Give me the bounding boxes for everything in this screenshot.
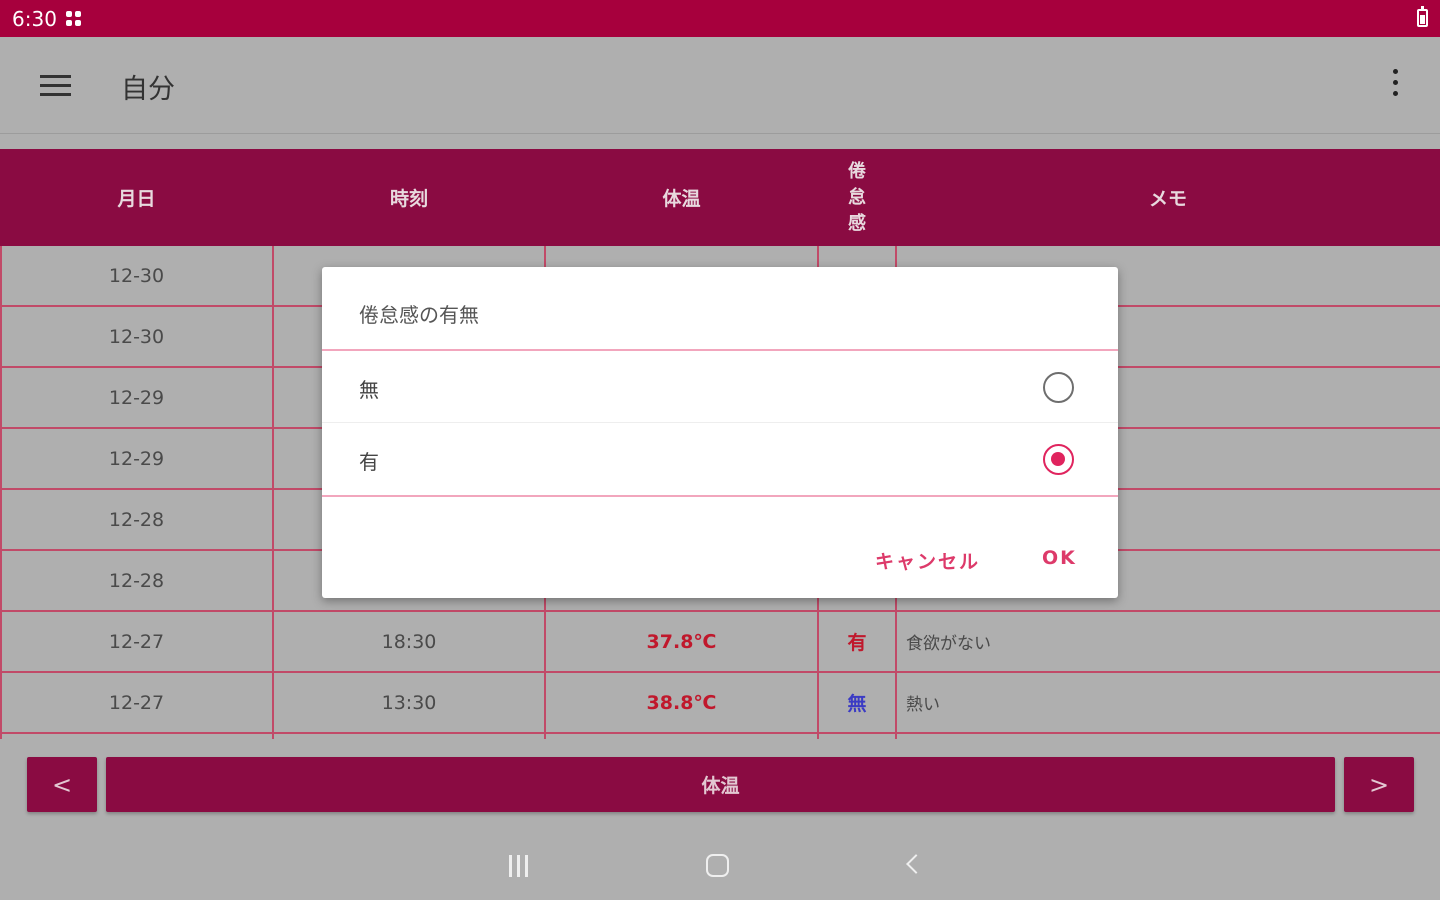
header-fatigue-char: 怠 — [848, 186, 866, 208]
cell-date: 12-27 — [108, 630, 165, 653]
fatigue-value: 無 — [847, 693, 867, 715]
cell-time: 13:30 — [381, 691, 437, 714]
dialog-title: 倦怠感の有無 — [359, 303, 479, 327]
option-none[interactable]: 無 — [322, 351, 1118, 423]
dialog-divider — [322, 495, 1118, 497]
header-temp: 体温 — [662, 188, 701, 210]
bottom-button-bar: < 体温 > — [0, 739, 1440, 831]
option-none-label: 無 — [359, 378, 379, 402]
column-divider — [272, 246, 274, 739]
battery-icon — [1417, 6, 1428, 27]
cell-memo: 食欲がない — [906, 634, 991, 654]
back-icon[interactable] — [906, 854, 926, 874]
cell-date: 12-29 — [108, 386, 165, 409]
header-fatigue-char: 倦 — [848, 160, 866, 182]
status-time: 6:30 — [12, 7, 57, 31]
grid-dots-icon — [66, 11, 84, 29]
page-title: 自分 — [121, 74, 175, 105]
radio-unchecked-icon[interactable] — [1043, 372, 1074, 403]
cell-fatigue: 有 — [818, 612, 896, 671]
table-row[interactable]: 12-27 13:30 38.8℃ 無 熱い — [0, 673, 1440, 734]
header-fatigue-char: 感 — [848, 212, 866, 234]
cell-time: 18:30 — [381, 630, 437, 653]
radio-checked-icon[interactable] — [1043, 444, 1074, 475]
cell-date: 12-30 — [108, 264, 165, 287]
cell-fatigue: 無 — [818, 673, 896, 732]
cell-date: 12-27 — [108, 691, 165, 714]
cell-date: 12-28 — [108, 569, 165, 592]
fatigue-value: 有 — [847, 632, 867, 654]
app-bar: 自分 — [0, 37, 1440, 134]
more-vertical-icon[interactable] — [1388, 69, 1402, 99]
status-bar: 6:30 — [0, 0, 1440, 37]
system-nav-bar — [0, 831, 1440, 900]
home-icon[interactable] — [706, 854, 729, 877]
cell-date: 12-30 — [108, 325, 165, 348]
recents-icon[interactable] — [508, 855, 530, 877]
header-fatigue: 倦 怠 感 — [818, 149, 896, 246]
cell-temp: 38.8℃ — [545, 673, 818, 732]
hamburger-menu-icon[interactable] — [40, 75, 71, 97]
prev-button[interactable]: < — [27, 757, 97, 812]
header-time: 時刻 — [389, 188, 428, 210]
header-date: 月日 — [117, 188, 156, 210]
header-memo: メモ — [1148, 188, 1187, 210]
cell-temp: 37.8℃ — [545, 612, 818, 671]
option-yes-label: 有 — [359, 450, 379, 474]
fatigue-dialog: 倦怠感の有無 無 有 キャンセル OK — [322, 267, 1118, 598]
temp-value: 38.8℃ — [646, 691, 717, 714]
temp-value: 37.8℃ — [646, 630, 717, 653]
ok-button[interactable]: OK — [1042, 547, 1077, 569]
table-row[interactable]: 12-27 18:30 37.8℃ 有 食欲がない — [0, 612, 1440, 673]
category-button[interactable]: 体温 — [106, 757, 1335, 812]
table-header: 月日 時刻 体温 倦 怠 感 メモ — [0, 149, 1440, 246]
column-divider — [0, 246, 2, 739]
cancel-button[interactable]: キャンセル — [875, 547, 980, 574]
cell-date: 12-28 — [108, 508, 165, 531]
cell-memo: 熱い — [906, 695, 940, 715]
cell-date: 12-29 — [108, 447, 165, 470]
option-yes[interactable]: 有 — [322, 423, 1118, 495]
radio-dot — [1051, 452, 1065, 466]
next-button[interactable]: > — [1344, 757, 1414, 812]
